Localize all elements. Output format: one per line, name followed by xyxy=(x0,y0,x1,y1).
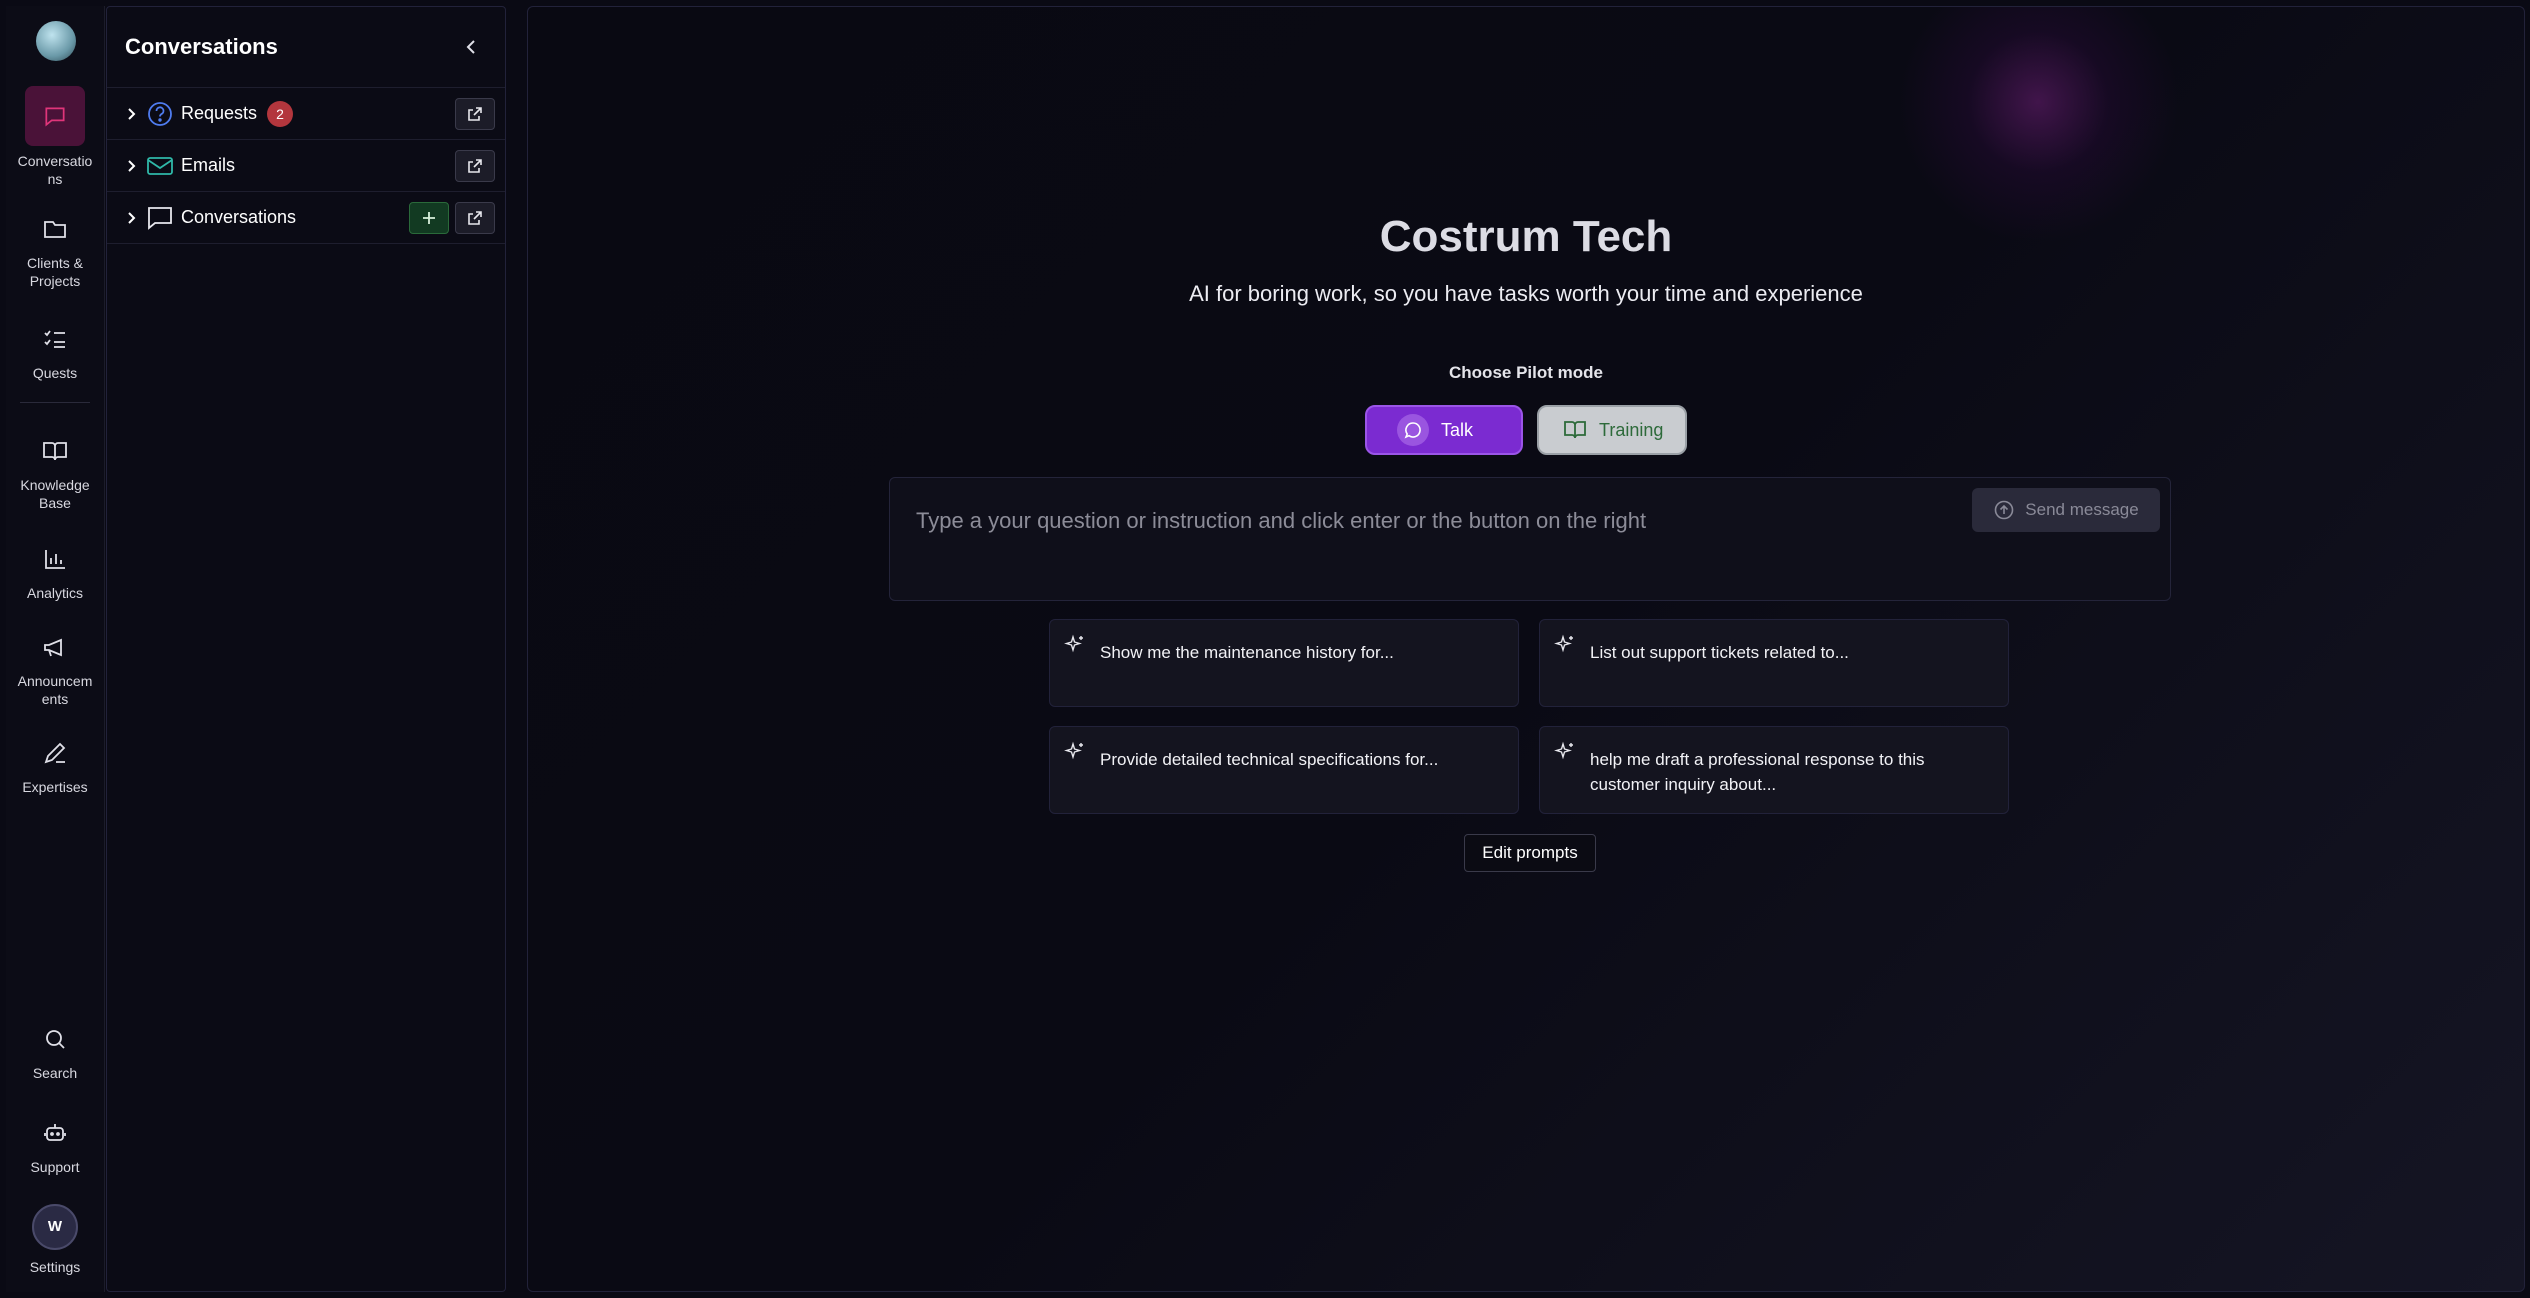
tree-row-requests[interactable]: Requests 2 xyxy=(107,88,505,140)
training-mode-button[interactable]: Training xyxy=(1537,405,1687,455)
rail-divider xyxy=(20,402,90,403)
tree-row-label: Conversations xyxy=(181,207,297,227)
avatar: W xyxy=(32,1204,78,1250)
prompt-card[interactable]: List out support tickets related to... xyxy=(1539,619,2009,707)
question-circle-icon xyxy=(145,99,175,129)
chevron-left-icon xyxy=(466,40,475,54)
rail-item-label: Knowledge Base xyxy=(20,477,90,511)
page-title: Costrum Tech xyxy=(1379,212,1673,261)
plus-icon xyxy=(423,211,435,224)
rail-item-label: Quests xyxy=(32,365,78,381)
chat-bubble-icon xyxy=(25,86,85,146)
chat-bubble-icon xyxy=(1397,414,1429,446)
bar-chart-icon xyxy=(38,542,72,576)
search-icon xyxy=(38,1022,72,1056)
external-link-icon xyxy=(468,210,482,225)
rail-item-conversations[interactable]: Conversations xyxy=(6,86,104,188)
rail-item-analytics[interactable]: Analytics xyxy=(6,542,104,602)
megaphone-icon xyxy=(38,630,72,664)
rail-item-clients-projects[interactable]: Clients & Projects xyxy=(6,212,104,290)
prompt-text: help me draft a professional response to… xyxy=(1590,750,1925,794)
rail-item-knowledge-base[interactable]: Knowledge Base xyxy=(6,434,104,512)
pencil-icon xyxy=(38,736,72,770)
rail-item-settings[interactable]: W Settings xyxy=(6,1204,104,1276)
tree-row-label: Emails xyxy=(181,155,236,175)
tree-row-emails[interactable]: Emails xyxy=(107,140,505,192)
folder-icon xyxy=(38,212,72,246)
chat-bubble-icon xyxy=(145,203,175,233)
tree-row-conversations[interactable]: Conversations xyxy=(107,192,505,244)
external-link-icon xyxy=(468,106,482,121)
arrow-up-circle-icon xyxy=(1994,500,2014,520)
talk-mode-button[interactable]: Talk xyxy=(1365,405,1523,455)
nav-rail: Conversations Clients & Projects Quests … xyxy=(6,6,105,1292)
prompt-text: Provide detailed technical specification… xyxy=(1100,750,1439,769)
open-external-button[interactable] xyxy=(455,149,495,182)
rail-item-label: Settings xyxy=(29,1259,81,1275)
book-icon xyxy=(1563,419,1587,441)
talk-mode-label: Talk xyxy=(1441,419,1474,440)
checklist-icon xyxy=(38,322,72,356)
rail-item-label: Analytics xyxy=(26,585,84,601)
external-link-icon xyxy=(468,158,482,173)
rail-item-quests[interactable]: Quests xyxy=(6,322,104,382)
rail-item-support[interactable]: Support xyxy=(6,1116,104,1176)
chevron-right-icon[interactable] xyxy=(119,206,143,230)
app-logo[interactable] xyxy=(36,21,76,61)
send-message-label: Send message xyxy=(2025,500,2139,519)
mode-label: Choose Pilot mode xyxy=(1449,363,1603,382)
mode-selector: Talk Training xyxy=(528,405,2524,455)
rail-item-label: Clients & Projects xyxy=(26,255,84,289)
conversations-panel: Conversations Requests 2 Emails Conversa… xyxy=(106,6,506,1292)
sparkles-icon xyxy=(1554,741,1573,760)
rail-item-label: Conversations xyxy=(17,153,93,187)
rail-item-announcements[interactable]: Announcements xyxy=(6,630,104,708)
rail-item-label: Support xyxy=(30,1159,80,1175)
rail-item-label: Search xyxy=(32,1065,78,1081)
send-message-button[interactable]: Send message xyxy=(1972,488,2160,532)
training-mode-label: Training xyxy=(1599,419,1664,440)
rail-item-search[interactable]: Search xyxy=(6,1022,104,1082)
rail-item-label: Expertises xyxy=(22,779,88,795)
sparkles-icon xyxy=(1064,634,1083,653)
main-area: Costrum Tech AI for boring work, so you … xyxy=(527,6,2525,1292)
count-badge: 2 xyxy=(267,100,294,127)
collapse-panel-button[interactable] xyxy=(457,32,487,62)
new-conversation-button[interactable] xyxy=(409,201,449,234)
prompt-card[interactable]: Provide detailed technical specification… xyxy=(1049,726,1519,814)
page-subtitle: AI for boring work, so you have tasks wo… xyxy=(1189,281,1863,306)
chevron-right-icon[interactable] xyxy=(119,154,143,178)
panel-title: Conversations xyxy=(125,34,278,59)
tree-row-label: Requests xyxy=(181,103,258,123)
robot-icon xyxy=(38,1116,72,1150)
chat-input[interactable]: Type a your question or instruction and … xyxy=(889,477,2171,601)
prompt-text: List out support tickets related to... xyxy=(1590,643,1849,662)
rail-item-expertises[interactable]: Expertises xyxy=(6,736,104,796)
mail-icon xyxy=(145,151,175,181)
rail-item-label: Announcements xyxy=(17,673,93,707)
chat-placeholder: Type a your question or instruction and … xyxy=(916,508,1647,533)
sparkles-icon xyxy=(1064,741,1083,760)
book-icon xyxy=(38,434,72,468)
open-external-button[interactable] xyxy=(455,201,495,234)
open-external-button[interactable] xyxy=(455,97,495,130)
sparkles-icon xyxy=(1554,634,1573,653)
edit-prompts-button[interactable]: Edit prompts xyxy=(1464,834,1596,872)
panel-header: Conversations xyxy=(107,7,505,88)
chevron-right-icon[interactable] xyxy=(119,102,143,126)
prompt-text: Show me the maintenance history for... xyxy=(1100,643,1394,662)
prompt-card[interactable]: Show me the maintenance history for... xyxy=(1049,619,1519,707)
prompt-card[interactable]: help me draft a professional response to… xyxy=(1539,726,2009,814)
